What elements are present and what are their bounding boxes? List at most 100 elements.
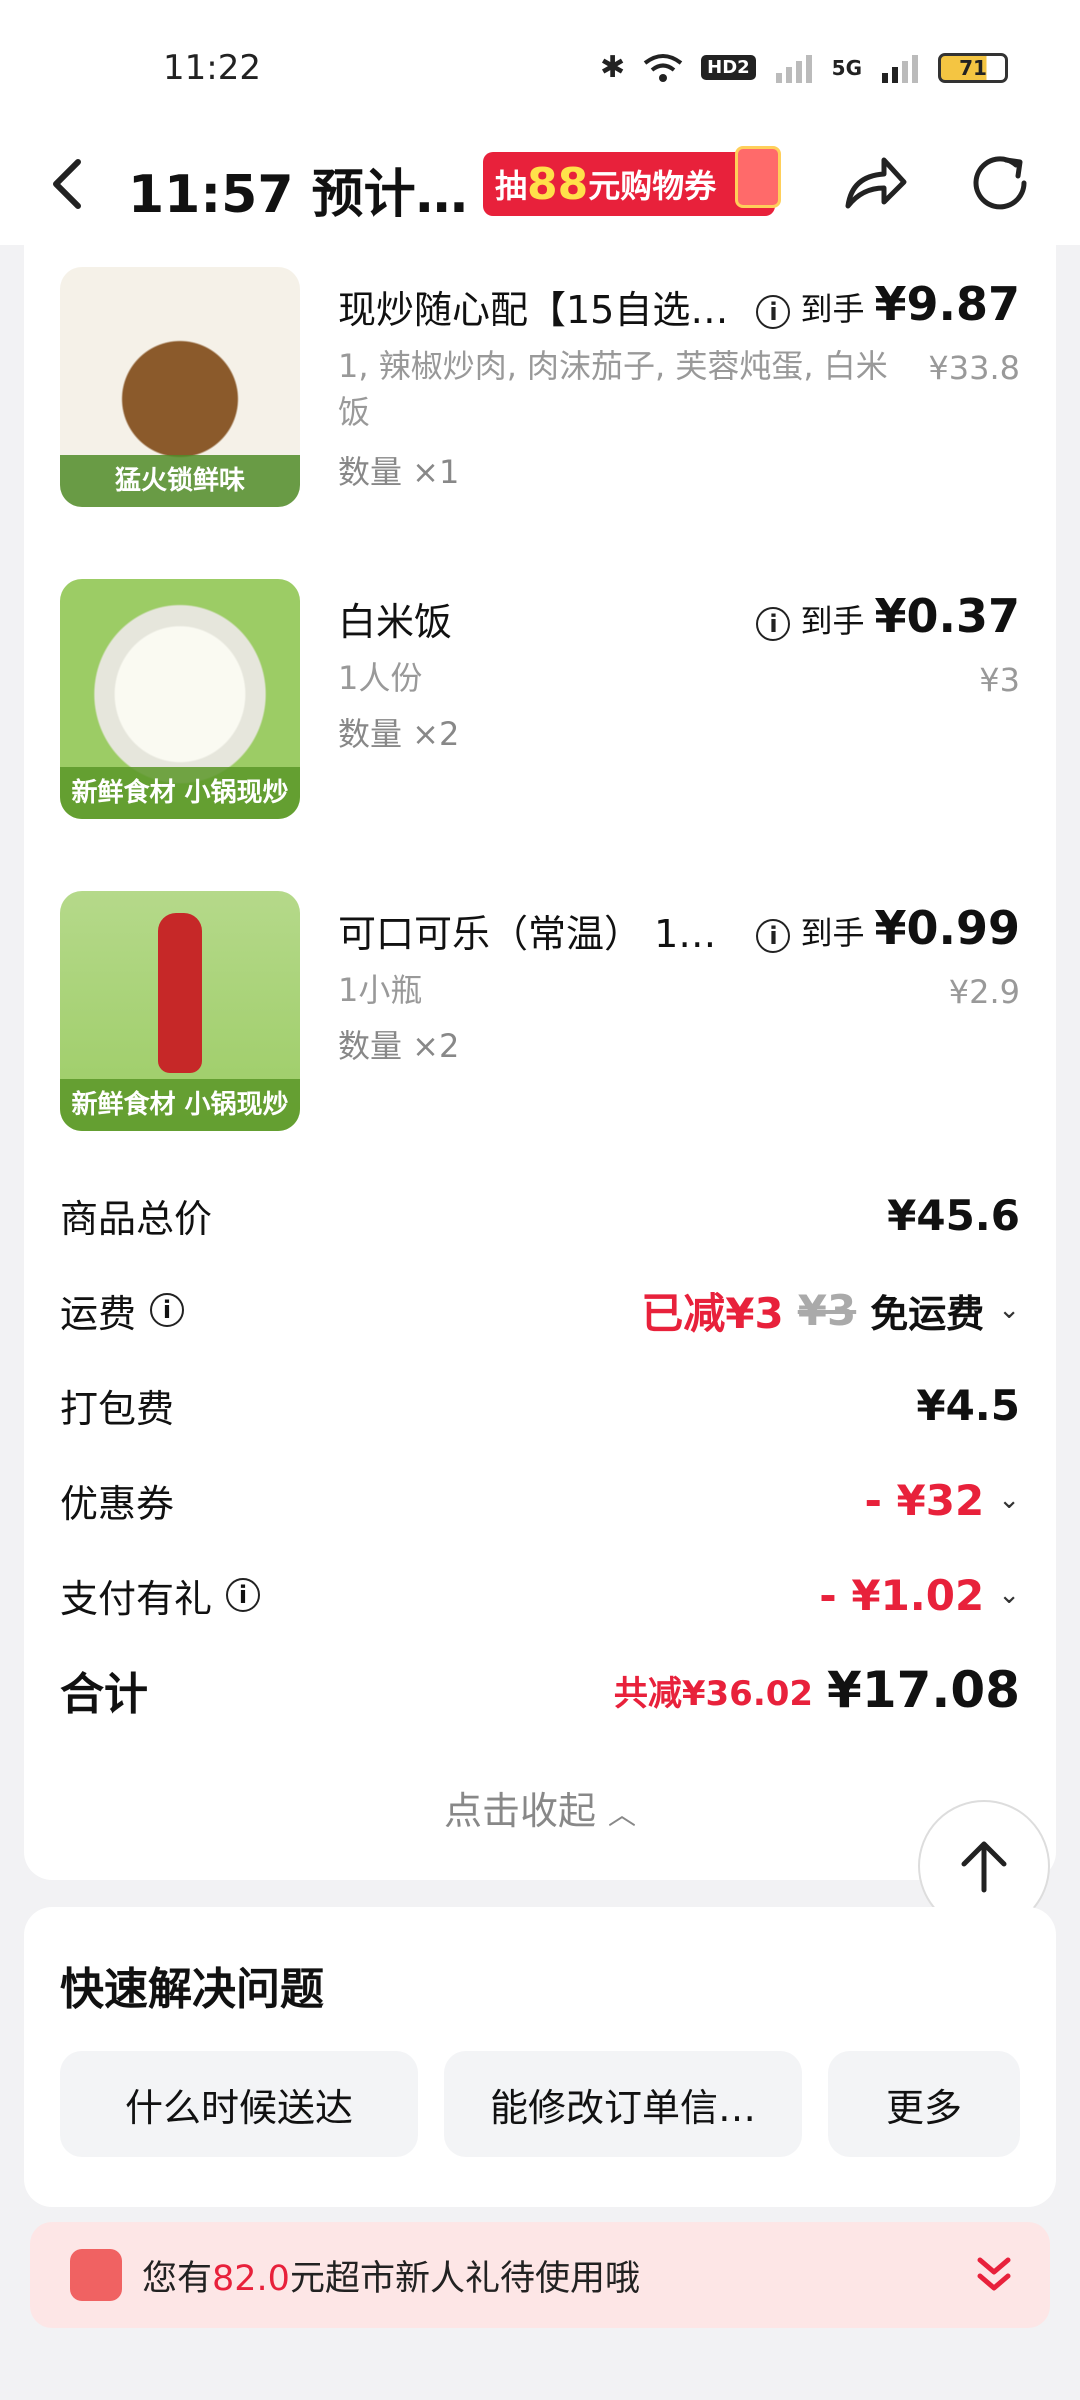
price-block: i 到手 ¥0.37: [756, 589, 1020, 643]
coke-bottle: [158, 913, 202, 1073]
thumbnail-tag: 新鲜食材 小锅现炒: [60, 1079, 300, 1131]
price-label: 到手: [800, 914, 865, 952]
thumbnail-tag: 猛火锁鲜味: [60, 455, 300, 507]
banner-amount: 82.0: [212, 2258, 290, 2299]
thumbnail-tag: 新鲜食材 小锅现炒: [60, 767, 300, 819]
total-saved: 共减¥36.02: [613, 1673, 814, 1714]
gift-icon: [735, 146, 781, 208]
item-name: 可口可乐（常温） 1…: [338, 912, 717, 956]
packing-label: 打包费: [60, 1386, 175, 1431]
quick-help-card: 快速解决问题 什么时候送达 能修改订单信… 更多: [24, 1907, 1056, 2207]
banner-prefix: 您有: [142, 2258, 213, 2299]
subtotal-row: 商品总价 ¥45.6: [60, 1180, 1020, 1250]
promo-banner[interactable]: 抽 88 元购物券: [483, 146, 781, 216]
gift-icon: [70, 2249, 122, 2301]
promo-prefix: 抽: [495, 167, 528, 205]
price-final: ¥0.37: [874, 589, 1020, 643]
coupon-row[interactable]: 优惠券 - ¥32 ⌄: [60, 1465, 1020, 1535]
delivery-value: 免运费: [870, 1291, 985, 1336]
coupon-value: - ¥32: [864, 1475, 985, 1525]
status-time: 11:22: [163, 48, 261, 88]
promo-suffix: 元购物券: [588, 167, 717, 205]
double-chevron-down-icon: [977, 2257, 1011, 2291]
coupon-label: 优惠券: [60, 1481, 175, 1526]
delivery-label-group: 运费 i: [60, 1283, 185, 1338]
total-row: 合计 共减¥36.02 ¥17.08: [60, 1655, 1020, 1725]
subtotal-value: ¥45.6: [887, 1190, 1020, 1240]
price-block: i 到手 ¥0.99: [756, 901, 1020, 955]
coupon-value-group: - ¥32 ⌄: [864, 1476, 1020, 1525]
promo-amount: 88: [527, 158, 589, 210]
pay-gift-value-group: - ¥1.02 ⌄: [819, 1571, 1020, 1620]
price-label: 到手: [800, 602, 865, 640]
signal-icon: [775, 54, 812, 83]
delivery-row[interactable]: 运费 i 已减¥3 ¥3 免运费 ⌄: [60, 1275, 1020, 1345]
original-price: ¥3: [979, 661, 1020, 699]
newcomer-gift-banner[interactable]: 您有82.0元超市新人礼待使用哦: [30, 2222, 1050, 2328]
total-value: ¥17.08: [827, 1661, 1020, 1719]
item-spec: 1人份: [338, 659, 423, 697]
refresh-icon[interactable]: [966, 148, 1036, 218]
price-block: i 到手 ¥9.87: [756, 277, 1020, 331]
wifi-icon: [643, 53, 683, 82]
delivery-discount: 已减¥3: [641, 1288, 784, 1338]
help-button-modify-order[interactable]: 能修改订单信…: [444, 2051, 802, 2157]
collapse-label: 点击收起: [443, 1789, 596, 1833]
original-price: ¥2.9: [948, 973, 1020, 1011]
status-icons: ✱ HD2 5G 71: [600, 50, 1008, 85]
delivery-value-group: 已减¥3 ¥3 免运费 ⌄: [641, 1280, 1020, 1341]
packing-value: ¥4.5: [916, 1380, 1020, 1430]
item-thumbnail: 猛火锁鲜味: [60, 267, 300, 507]
chevron-up-icon: ︿: [608, 1798, 637, 1831]
order-card: 猛火锁鲜味 现炒随心配【15自选… i 到手 ¥9.87 ¥33.8 1, 辣椒…: [24, 245, 1056, 1880]
info-icon[interactable]: i: [226, 1578, 261, 1612]
chevron-down-icon: ⌄: [998, 1295, 1020, 1325]
chevron-down-icon: ⌄: [998, 1485, 1020, 1515]
item-quantity: 数量 ×2: [338, 1027, 460, 1065]
battery-icon: 71: [938, 52, 1008, 83]
bluetooth-icon: ✱: [599, 50, 626, 85]
pay-gift-row[interactable]: 支付有礼 i - ¥1.02 ⌄: [60, 1560, 1020, 1630]
banner-suffix: 元超市新人礼待使用哦: [289, 2258, 640, 2299]
status-bar: 11:22 ✱ HD2 5G 71: [0, 0, 1080, 130]
price-final: ¥0.99: [874, 901, 1020, 955]
back-icon[interactable]: [40, 148, 100, 218]
item-thumbnail: 新鲜食材 小锅现炒: [60, 891, 300, 1131]
chevron-down-icon: ⌄: [998, 1580, 1020, 1610]
header: 11:57 预计… 抽 88 元购物券: [0, 130, 1080, 245]
page-title: 11:57 预计…: [128, 165, 468, 225]
subtotal-label: 商品总价: [60, 1196, 213, 1241]
pay-gift-value: - ¥1.02: [819, 1570, 985, 1620]
info-icon[interactable]: i: [756, 607, 791, 641]
item-thumbnail: 新鲜食材 小锅现炒: [60, 579, 300, 819]
hd-badge: HD2: [701, 55, 756, 80]
item-name: 白米饭: [338, 600, 453, 644]
price-label: 到手: [800, 290, 865, 328]
banner-text: 您有82.0元超市新人礼待使用哦: [142, 2250, 640, 2301]
item-quantity: 数量 ×2: [338, 715, 460, 753]
info-icon[interactable]: i: [150, 1293, 185, 1327]
pay-gift-label-group: 支付有礼 i: [60, 1568, 261, 1623]
order-item[interactable]: 猛火锁鲜味 现炒随心配【15自选… i 到手 ¥9.87 ¥33.8 1, 辣椒…: [24, 267, 1056, 507]
item-spec: 1小瓶: [338, 971, 423, 1009]
total-label: 合计: [60, 1669, 148, 1720]
original-price: ¥33.8: [928, 349, 1020, 387]
delivery-label: 运费: [60, 1291, 137, 1336]
network-label: 5G: [831, 55, 862, 80]
collapse-toggle[interactable]: 点击收起 ︿: [24, 1780, 1056, 1835]
help-button-delivery-time[interactable]: 什么时候送达: [60, 2051, 418, 2157]
item-quantity: 数量 ×1: [338, 453, 460, 491]
arrow-up-icon: [961, 1841, 1007, 1893]
order-item[interactable]: 新鲜食材 小锅现炒 白米饭 i 到手 ¥0.37 ¥3 1人份 数量 ×2: [24, 579, 1056, 819]
signal-5g-icon: [882, 54, 918, 83]
help-title: 快速解决问题: [60, 1964, 324, 2015]
pay-gift-label: 支付有礼: [60, 1576, 213, 1621]
help-button-more[interactable]: 更多: [828, 2051, 1020, 2157]
order-item[interactable]: 新鲜食材 小锅现炒 可口可乐（常温） 1… i 到手 ¥0.99 ¥2.9 1小…: [24, 891, 1056, 1131]
share-icon[interactable]: [840, 148, 910, 218]
item-name: 现炒随心配【15自选…: [338, 288, 729, 332]
packing-row: 打包费 ¥4.5: [60, 1370, 1020, 1440]
info-icon[interactable]: i: [756, 919, 791, 953]
delivery-original: ¥3: [797, 1285, 857, 1335]
info-icon[interactable]: i: [756, 295, 791, 329]
